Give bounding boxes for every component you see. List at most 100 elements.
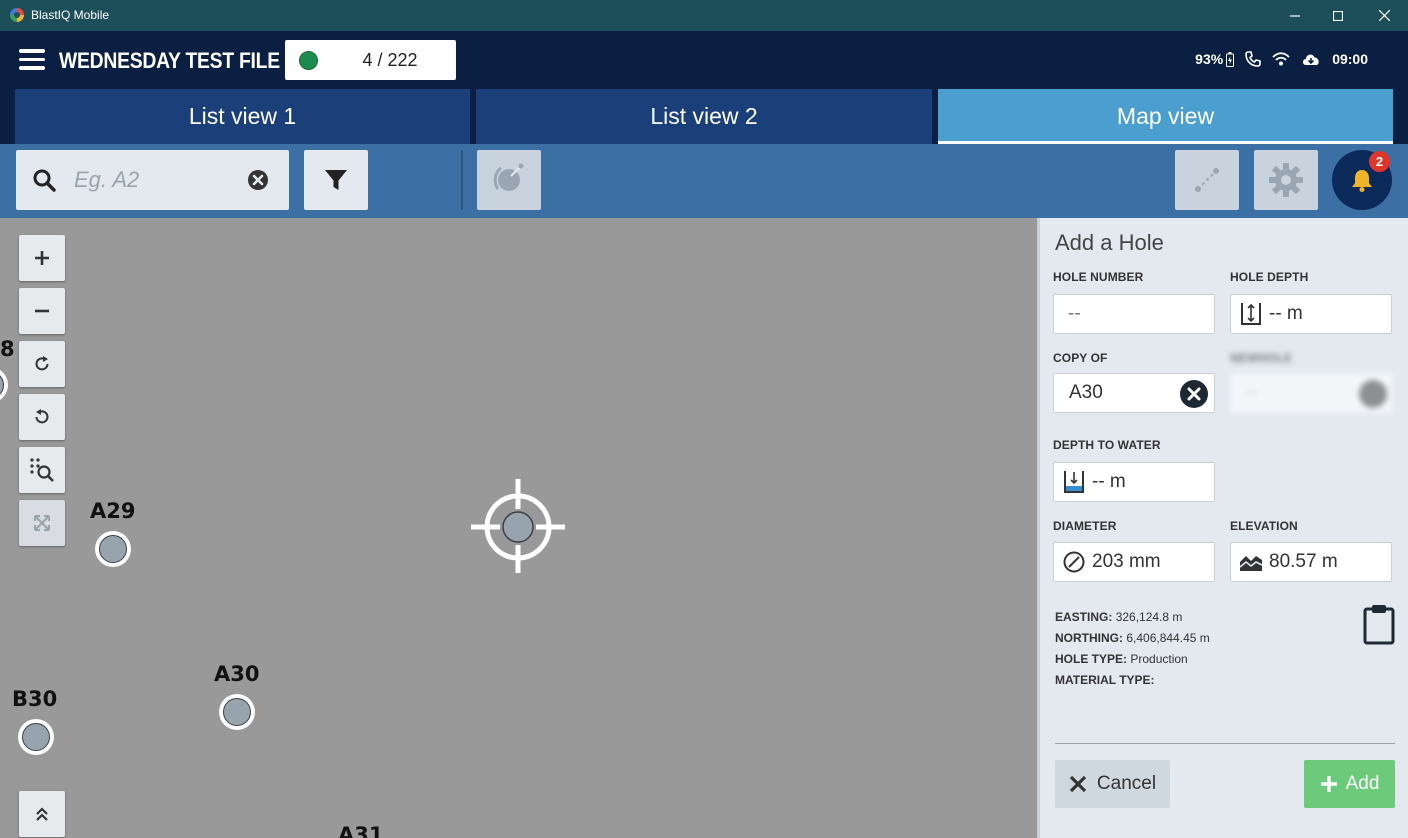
cancel-label: Cancel [1096, 773, 1157, 794]
clear-copy-of-icon[interactable] [1179, 379, 1209, 409]
diameter-value: 203 mm [1092, 551, 1161, 572]
copy-of-label: COPY OF [1053, 351, 1108, 365]
tab-list-view-1[interactable]: List view 1 [15, 89, 470, 144]
rotate-right-icon [35, 356, 49, 371]
satellite-icon [493, 163, 524, 191]
settings-button[interactable] [1254, 150, 1318, 210]
filter-button[interactable] [304, 150, 368, 210]
depth-to-water-value: -- m [1092, 471, 1126, 492]
clock-time: 09:00 [1332, 51, 1368, 67]
hole-number-field[interactable]: -- [1053, 294, 1215, 334]
clear-search-icon[interactable] [247, 169, 269, 191]
crosshair-icon[interactable] [470, 479, 566, 575]
bell-icon [1352, 170, 1372, 192]
add-label: Add [1345, 773, 1380, 794]
expand-icon [34, 515, 50, 531]
app-header: WEDNESDAY TEST FILE 4 / 222 93% 09:00 [0, 31, 1408, 89]
material-type-label: MATERIAL TYPE: [1055, 673, 1155, 687]
gps-locate-button[interactable] [477, 150, 541, 210]
panel-title: Add a Hole [1055, 230, 1164, 255]
hamburger-menu-icon[interactable] [19, 49, 45, 71]
measure-line-icon [1195, 168, 1219, 192]
filter-icon [325, 170, 347, 190]
window-title: BlastIQ Mobile [31, 8, 110, 22]
cloud-sync-icon [1303, 54, 1319, 65]
status-dot-icon [299, 51, 318, 70]
hole-marker[interactable] [95, 531, 131, 567]
expand-panel-button[interactable] [19, 791, 65, 837]
copy-of-field[interactable]: A30 [1053, 373, 1215, 413]
hole-marker[interactable] [219, 694, 255, 730]
search-icon [33, 169, 56, 192]
close-window-button[interactable] [1361, 0, 1407, 31]
hole-depth-icon [1239, 302, 1263, 326]
hole-type-value: Production [1130, 652, 1188, 666]
rotate-clockwise-button[interactable] [19, 341, 65, 387]
toolbar [0, 144, 1408, 218]
depth-to-water-field[interactable]: -- m [1053, 462, 1215, 502]
notification-badge: 2 [1369, 151, 1390, 172]
elevation-icon [1239, 550, 1263, 574]
minimize-button[interactable] [1272, 0, 1318, 31]
window-title-bar: BlastIQ Mobile [0, 0, 1408, 31]
search-box [16, 150, 289, 210]
water-depth-icon [1062, 470, 1086, 494]
maximize-button[interactable] [1315, 0, 1361, 31]
northing-label: NORTHING: [1055, 631, 1123, 645]
minus-icon [35, 309, 49, 313]
search-input[interactable] [74, 164, 234, 196]
gear-icon [1269, 163, 1303, 197]
tab-map-view[interactable]: Map view [938, 89, 1393, 144]
hole-info: EASTING: 326,124.8 m NORTHING: 6,406,844… [1055, 607, 1210, 691]
blurred-field-label: NEWHOLE [1230, 351, 1293, 365]
hole-label: A29 [90, 499, 136, 523]
zoom-out-button[interactable] [19, 288, 65, 334]
hole-label: A30 [214, 662, 260, 686]
hole-number-label: HOLE NUMBER [1053, 270, 1144, 284]
depth-to-water-label: DEPTH TO WATER [1053, 438, 1161, 452]
hole-depth-value: -- m [1269, 303, 1303, 324]
app-logo-icon [10, 8, 24, 22]
hole-number-value: -- [1068, 303, 1081, 324]
measure-button[interactable] [1175, 150, 1239, 210]
panel-divider [1055, 743, 1395, 744]
elevation-field[interactable]: 80.57 m [1230, 542, 1392, 582]
easting-value: 326,124.8 m [1115, 610, 1183, 624]
plus-icon [1320, 776, 1337, 792]
hole-label: A31 [338, 823, 384, 838]
fullscreen-button[interactable] [19, 500, 65, 546]
elevation-value: 80.57 m [1269, 551, 1338, 572]
minimize-icon [1290, 14, 1300, 17]
map-canvas[interactable]: 8 A29 A30 B30 A31 [0, 218, 1037, 838]
hole-counter[interactable]: 4 / 222 [285, 40, 456, 80]
view-tabs: List view 1 List view 2 Map view [0, 89, 1408, 144]
tab-list-view-2[interactable]: List view 2 [476, 89, 932, 144]
hole-type-label: HOLE TYPE: [1055, 652, 1128, 666]
easting-label: EASTING: [1055, 610, 1113, 624]
plus-icon [35, 251, 49, 265]
hole-label: 8 [0, 337, 15, 361]
file-title: WEDNESDAY TEST FILE [59, 48, 280, 73]
diameter-label: DIAMETER [1053, 519, 1117, 533]
hole-marker[interactable] [0, 367, 8, 403]
clipboard-icon[interactable] [1362, 603, 1396, 645]
zoom-to-holes-button[interactable] [19, 447, 65, 493]
rotate-left-icon [35, 409, 49, 424]
close-icon [1069, 775, 1087, 793]
blurred-field-value: -- [1245, 382, 1258, 403]
copy-of-value: A30 [1069, 382, 1103, 403]
rotate-counterclockwise-button[interactable] [19, 394, 65, 440]
status-bar: 93% 09:00 [1195, 51, 1368, 67]
blurred-field: -- [1230, 373, 1392, 413]
hole-marker[interactable] [18, 719, 54, 755]
maximize-icon [1333, 10, 1343, 21]
add-button[interactable]: Add [1304, 760, 1395, 808]
diameter-field[interactable]: 203 mm [1053, 542, 1215, 582]
hole-depth-field[interactable]: -- m [1230, 294, 1392, 334]
zoom-extent-icon [30, 458, 54, 482]
cancel-button[interactable]: Cancel [1055, 760, 1170, 808]
wifi-icon [1272, 52, 1290, 66]
double-chevron-up-icon [36, 807, 48, 821]
battery-percent: 93% [1195, 51, 1224, 67]
zoom-in-button[interactable] [19, 235, 65, 281]
